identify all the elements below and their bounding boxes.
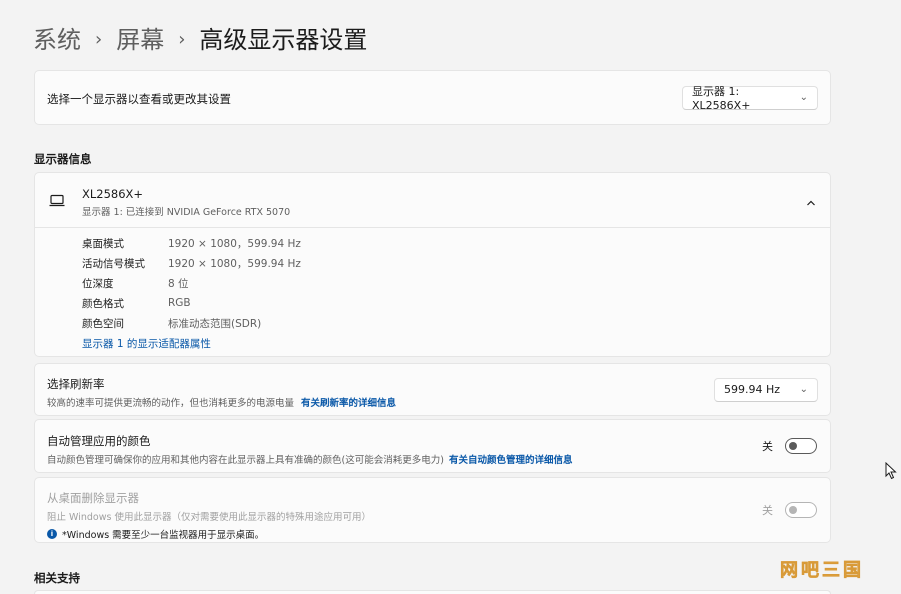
select-display-label: 选择一个显示器以查看或更改其设置 <box>47 92 231 106</box>
info-row: 位深度 8 位 <box>82 273 301 293</box>
chevron-down-icon: ⌄ <box>799 384 808 395</box>
info-key: 位深度 <box>82 277 114 290</box>
monitor-desc: 显示器 1: 已连接到 NVIDIA GeForce RTX 5070 <box>82 207 291 218</box>
display-select-dropdown[interactable]: 显示器 1: XL2586X+ ⌄ <box>682 85 818 112</box>
monitor-name: XL2586X+ <box>82 187 144 201</box>
auto-color-toggle-group: 关 <box>762 438 817 454</box>
remove-display-toggle[interactable] <box>785 502 817 518</box>
display-info-card: XL2586X+ 显示器 1: 已连接到 NVIDIA GeForce RTX … <box>34 172 831 357</box>
refresh-rate-card: 选择刷新率 较高的速率可提供更流畅的动作，但也消耗更多的电源电量 有关刷新率的详… <box>34 363 831 416</box>
refresh-rate-desc-line: 较高的速率可提供更流畅的动作，但也消耗更多的电源电量 有关刷新率的详细信息 <box>47 395 396 409</box>
watermark-logo: 网吧三国 <box>780 560 864 582</box>
info-value: 8 位 <box>168 277 189 290</box>
auto-color-desc-line: 自动颜色管理可确保你的应用和其他内容在此显示器上具有准确的颜色(这可能会消耗更多… <box>47 452 572 466</box>
display-info-list: 桌面模式 1920 × 1080，599.94 Hz 活动信号模式 1920 ×… <box>82 233 301 353</box>
adapter-properties-link[interactable]: 显示器 1 的显示适配器属性 <box>82 336 211 351</box>
laptop-icon <box>49 193 65 212</box>
chevron-up-icon[interactable] <box>806 193 816 212</box>
breadcrumb: 系统 › 屏幕 › 高级显示器设置 <box>33 24 367 56</box>
select-display-card: 选择一个显示器以查看或更改其设置 显示器 1: XL2586X+ ⌄ <box>34 70 831 125</box>
info-key: 活动信号模式 <box>82 257 145 270</box>
toggle-knob <box>789 442 797 450</box>
info-key: 桌面模式 <box>82 237 124 250</box>
info-icon: i <box>47 529 57 539</box>
auto-color-info-link[interactable]: 有关自动颜色管理的详细信息 <box>449 455 573 466</box>
remove-display-toggle-group: 关 <box>762 502 817 518</box>
remove-display-note-row: i *Windows 需要至少一台监视器用于显示桌面。 <box>47 527 371 541</box>
auto-color-card: 自动管理应用的颜色 自动颜色管理可确保你的应用和其他内容在此显示器上具有准确的颜… <box>34 419 831 473</box>
breadcrumb-display[interactable]: 屏幕 <box>116 24 164 56</box>
auto-color-toggle-label: 关 <box>762 440 773 453</box>
display-info-heading: 显示器信息 <box>34 152 92 166</box>
refresh-rate-value: 599.94 Hz <box>724 383 781 396</box>
auto-color-title: 自动管理应用的颜色 <box>47 434 151 448</box>
auto-color-desc: 自动颜色管理可确保你的应用和其他内容在此显示器上具有准确的颜色(这可能会消耗更多… <box>47 455 444 466</box>
remove-display-title: 从桌面删除显示器 <box>47 491 139 505</box>
refresh-rate-dropdown[interactable]: 599.94 Hz ⌄ <box>714 377 818 402</box>
remove-display-desc: 阻止 Windows 使用此显示器（仅对需要使用此显示器的特殊用途应用可用） <box>47 512 371 523</box>
refresh-rate-title: 选择刷新率 <box>47 377 105 391</box>
breadcrumb-system[interactable]: 系统 <box>33 24 81 56</box>
refresh-rate-desc: 较高的速率可提供更流畅的动作，但也消耗更多的电源电量 <box>47 398 295 409</box>
remove-display-card: 从桌面删除显示器 阻止 Windows 使用此显示器（仅对需要使用此显示器的特殊… <box>34 477 831 543</box>
display-select-value: 显示器 1: XL2586X+ <box>692 85 751 112</box>
refresh-rate-info-link[interactable]: 有关刷新率的详细信息 <box>301 398 396 409</box>
related-support-card-edge <box>34 590 831 594</box>
remove-display-toggle-label: 关 <box>762 504 773 517</box>
info-row: 颜色格式 RGB <box>82 293 301 313</box>
chevron-right-icon: › <box>95 29 103 50</box>
info-value: RGB <box>168 297 191 309</box>
remove-display-note: *Windows 需要至少一台监视器用于显示桌面。 <box>62 530 265 541</box>
related-support-heading: 相关支持 <box>34 571 80 585</box>
info-row: 颜色空间 标准动态范围(SDR) <box>82 313 301 333</box>
info-value: 标准动态范围(SDR) <box>168 317 262 330</box>
display-info-header[interactable]: XL2586X+ 显示器 1: 已连接到 NVIDIA GeForce RTX … <box>35 173 830 228</box>
auto-color-toggle[interactable] <box>785 438 817 454</box>
info-value: 1920 × 1080，599.94 Hz <box>168 257 301 270</box>
page-title: 高级显示器设置 <box>199 26 368 54</box>
info-value: 1920 × 1080，599.94 Hz <box>168 237 301 250</box>
chevron-down-icon: ⌄ <box>799 92 808 103</box>
info-key: 颜色格式 <box>82 297 124 310</box>
info-key: 颜色空间 <box>82 317 124 330</box>
adapter-link-row: 显示器 1 的显示适配器属性 <box>82 333 301 353</box>
mouse-cursor-icon <box>885 461 897 484</box>
info-row: 桌面模式 1920 × 1080，599.94 Hz <box>82 233 301 253</box>
info-row: 活动信号模式 1920 × 1080，599.94 Hz <box>82 253 301 273</box>
chevron-right-icon: › <box>178 29 186 50</box>
toggle-knob <box>789 506 797 514</box>
